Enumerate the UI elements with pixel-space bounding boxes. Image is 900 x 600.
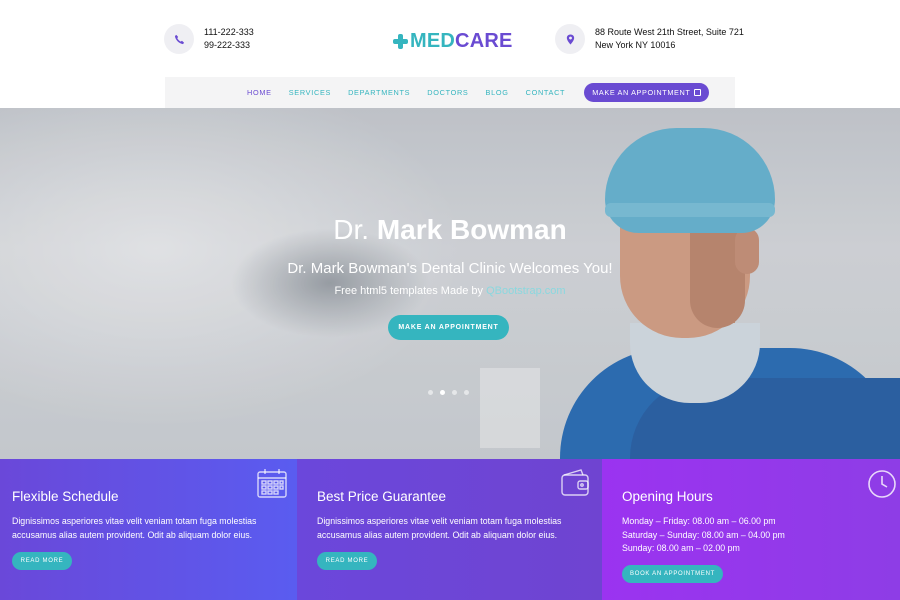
- address-contact: 88 Route West 21th Street, Suite 721 New…: [555, 24, 744, 54]
- phone-number-2[interactable]: 99-222-333: [204, 39, 254, 53]
- nav-home[interactable]: HOME: [247, 88, 272, 97]
- nav-doctors[interactable]: DOCTORS: [427, 88, 468, 97]
- feature-flexible-schedule: Flexible Schedule Dignissimos asperiores…: [0, 459, 297, 600]
- hero-title-name: Mark Bowman: [376, 214, 567, 245]
- phone-number-1[interactable]: 111-222-333: [204, 26, 254, 40]
- medical-cross-icon: [393, 33, 408, 49]
- address-line-1: 88 Route West 21th Street, Suite 721: [595, 26, 744, 37]
- wallet-icon: [559, 467, 591, 503]
- site-logo[interactable]: MED CARE: [393, 29, 513, 53]
- hero-title-prefix: Dr.: [333, 214, 370, 245]
- site-header: 111-222-333 99-222-333 MED CARE 88 Route…: [0, 0, 900, 78]
- feature-text: Dignissimos asperiores vitae velit venia…: [317, 516, 562, 540]
- nav-blog[interactable]: BLOG: [486, 88, 509, 97]
- feature-title: Flexible Schedule: [12, 489, 119, 504]
- hero-credit-text: Free html5 templates Made by: [334, 285, 484, 297]
- hero-subtitle: Dr. Mark Bowman's Dental Clinic Welcomes…: [287, 260, 613, 277]
- main-nav: HOME SERVICES DEPARTMENTS DOCTORS BLOG C…: [165, 77, 735, 108]
- calendar-icon: [694, 89, 702, 96]
- nav-contact[interactable]: CONTACT: [526, 88, 566, 97]
- feature-opening-hours: Opening Hours Monday – Friday: 08.00 am …: [602, 459, 900, 600]
- slider-dot-2[interactable]: [440, 390, 445, 395]
- clock-icon: [867, 469, 897, 503]
- slider-dot-3[interactable]: [452, 390, 457, 395]
- nav-departments[interactable]: DEPARTMENTS: [348, 88, 410, 97]
- opening-hours-list: Monday – Friday: 08.00 am – 06.00 pm Sat…: [622, 515, 900, 556]
- feature-text: Dignissimos asperiores vitae velit venia…: [12, 516, 257, 540]
- location-pin-icon: [555, 24, 585, 54]
- nav-appointment-button[interactable]: MAKE AN APPOINTMENT: [584, 83, 710, 102]
- read-more-button[interactable]: READ MORE: [12, 552, 72, 570]
- book-appointment-button[interactable]: BOOK AN APPOINTMENT: [622, 565, 723, 583]
- phone-contact: 111-222-333 99-222-333: [164, 24, 254, 54]
- feature-title: Opening Hours: [622, 489, 713, 504]
- hero-credit-link[interactable]: QBootstrap.com: [486, 285, 565, 297]
- hero-credit: Free html5 templates Made by QBootstrap.…: [0, 285, 900, 297]
- hero-title: Dr. Mark Bowman: [0, 214, 900, 246]
- slider-dots: [428, 390, 476, 395]
- hero-appointment-button[interactable]: MAKE AN APPOINTMENT: [388, 315, 509, 340]
- read-more-button[interactable]: READ MORE: [317, 552, 377, 570]
- hours-weekdays: Monday – Friday: 08.00 am – 06.00 pm: [622, 516, 776, 526]
- hero-slider: Dr. Mark Bowman Dr. Mark Bowman's Dental…: [0, 108, 900, 459]
- nav-services[interactable]: SERVICES: [289, 88, 331, 97]
- feature-boxes: Flexible Schedule Dignissimos asperiores…: [0, 459, 900, 600]
- feature-best-price: Best Price Guarantee Dignissimos asperio…: [297, 459, 602, 600]
- slider-dot-1[interactable]: [428, 390, 433, 395]
- phone-icon: [164, 24, 194, 54]
- slider-dot-4[interactable]: [464, 390, 469, 395]
- nav-appointment-label: MAKE AN APPOINTMENT: [592, 88, 691, 97]
- hours-weekend: Saturday – Sunday: 08.00 am – 04.00 pm: [622, 529, 785, 540]
- logo-text-med: MED: [410, 29, 456, 52]
- logo-text-care: CARE: [455, 29, 513, 52]
- calendar-icon: [256, 467, 288, 503]
- address-line-2: New York NY 10016: [595, 40, 676, 50]
- hours-sunday: Sunday: 08.00 am – 02.00 pm: [622, 543, 740, 553]
